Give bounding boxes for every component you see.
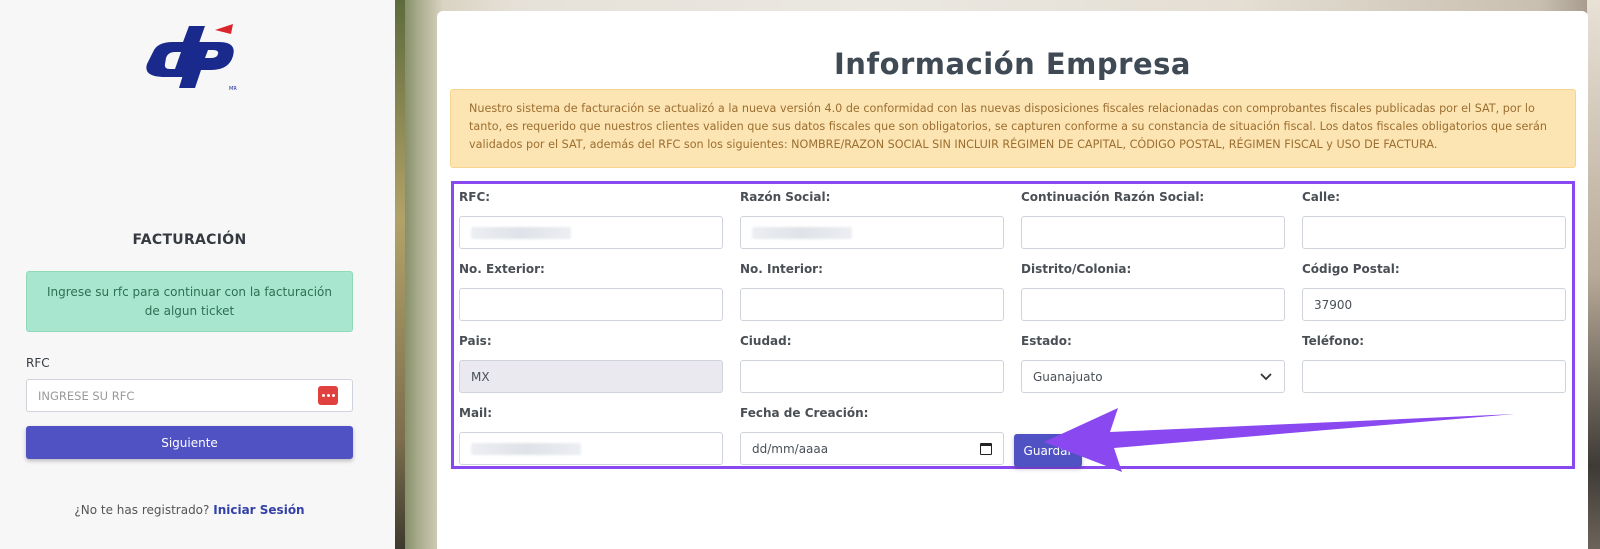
background-plant	[395, 0, 405, 549]
mail-field: Mail:	[459, 406, 723, 465]
calendar-icon[interactable]	[980, 442, 992, 455]
pais-label: Pais:	[459, 334, 492, 348]
razon-social-field: Razón Social:	[740, 190, 1004, 249]
calle-label: Calle:	[1302, 190, 1341, 204]
continuacion-field: Continuación Razón Social:	[1021, 190, 1285, 249]
continuacion-input[interactable]	[1021, 216, 1285, 249]
estado-field: Estado: Guanajuato	[1021, 334, 1285, 393]
svg-text:MR: MR	[229, 86, 237, 92]
fecha-placeholder: dd/mm/aaaa	[752, 441, 829, 456]
login-link[interactable]: Iniciar Sesión	[213, 503, 304, 517]
redacted-value	[752, 226, 852, 239]
register-prompt: ¿No te has registrado? Iniciar Sesión	[26, 503, 353, 517]
continuacion-label: Continuación Razón Social:	[1021, 190, 1205, 204]
chevron-down-icon	[1259, 370, 1273, 384]
codigo-postal-label: Código Postal:	[1302, 262, 1400, 276]
ciudad-input[interactable]	[740, 360, 1004, 393]
calle-field: Calle:	[1302, 190, 1566, 249]
no-exterior-label: No. Exterior:	[459, 262, 545, 276]
razon-social-input[interactable]	[740, 216, 1004, 249]
register-text: ¿No te has registrado?	[74, 503, 210, 517]
rfc-input[interactable]	[26, 379, 353, 412]
telefono-field: Teléfono:	[1302, 334, 1566, 393]
rfc-field-label: RFC:	[459, 190, 491, 204]
billing-title: FACTURACIÓN	[132, 232, 247, 248]
company-info-card: Información Empresa Nuestro sistema de f…	[437, 11, 1588, 549]
codigo-postal-field: Código Postal: 37900	[1302, 262, 1566, 321]
estado-select[interactable]: Guanajuato	[1021, 360, 1285, 393]
colonia-field: Distrito/Colonia:	[1021, 262, 1285, 321]
company-logo: MR	[146, 24, 237, 92]
mail-input[interactable]	[459, 432, 723, 465]
no-interior-field: No. Interior:	[740, 262, 1004, 321]
rfc-info-alert: Ingrese su rfc para continuar con la fac…	[26, 271, 353, 332]
no-exterior-input[interactable]	[459, 288, 723, 321]
next-button[interactable]: Siguiente	[26, 426, 353, 459]
redacted-value	[471, 442, 581, 455]
page-title: Información Empresa	[834, 47, 1191, 81]
mail-label: Mail:	[459, 406, 493, 420]
background-edge	[1587, 0, 1600, 549]
estado-selected-value: Guanajuato	[1033, 369, 1103, 384]
company-form: RFC: Razón Social: Continuación Razón So…	[451, 181, 1575, 469]
estado-label: Estado:	[1021, 334, 1072, 348]
redacted-value	[471, 226, 571, 239]
telefono-label: Teléfono:	[1302, 334, 1365, 348]
no-interior-input[interactable]	[740, 288, 1004, 321]
save-button[interactable]: Guardar	[1014, 434, 1082, 467]
colonia-label: Distrito/Colonia:	[1021, 262, 1132, 276]
no-interior-label: No. Interior:	[740, 262, 823, 276]
ciudad-label: Ciudad:	[740, 334, 792, 348]
fecha-field: Fecha de Creación: dd/mm/aaaa	[740, 406, 1004, 465]
fecha-label: Fecha de Creación:	[740, 406, 869, 420]
colonia-input[interactable]	[1021, 288, 1285, 321]
login-sidebar: MR FACTURACIÓN Ingrese su rfc para conti…	[0, 0, 395, 549]
ciudad-field: Ciudad:	[740, 334, 1004, 393]
calle-input[interactable]	[1302, 216, 1566, 249]
password-key-icon[interactable]	[318, 386, 338, 405]
fecha-input[interactable]: dd/mm/aaaa	[740, 432, 1004, 465]
codigo-postal-input[interactable]: 37900	[1302, 288, 1566, 321]
rfc-field-input[interactable]	[459, 216, 723, 249]
rfc-field: RFC:	[459, 190, 723, 249]
telefono-input[interactable]	[1302, 360, 1566, 393]
no-exterior-field: No. Exterior:	[459, 262, 723, 321]
razon-social-label: Razón Social:	[740, 190, 831, 204]
pais-input: MX	[459, 360, 723, 393]
rfc-label: RFC	[26, 356, 50, 370]
sat-notice-alert: Nuestro sistema de facturación se actual…	[450, 89, 1576, 168]
pais-field: Pais: MX	[459, 334, 723, 393]
